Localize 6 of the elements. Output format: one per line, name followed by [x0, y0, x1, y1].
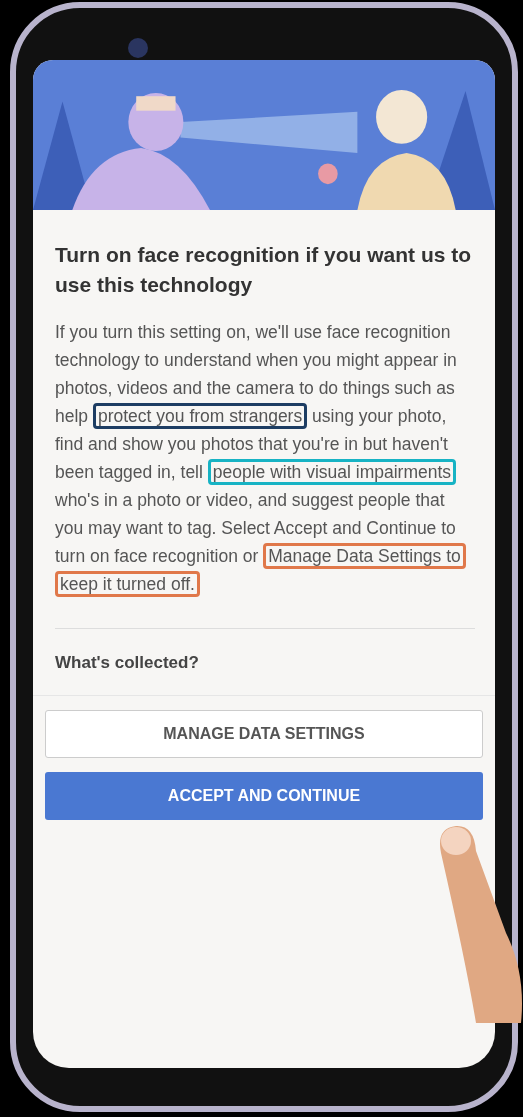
dialog-description: If you turn this setting on, we'll use face recognition technology to understand when you might appear in photos, videos and the camera to do things such as help protect you from strangers using your photo, find and show you photos that you're in but haven't been tagged in, tell people with visual impairments who's in a photo or video, and suggest people that you may want to tag. Select Accept and Continue to turn on face recognition or Manage Data Settings to keep it turned off. — [49, 314, 481, 602]
accept-button[interactable]: ACCEPT AND CONTINUE — [45, 772, 483, 820]
camera-icon — [128, 38, 148, 58]
dialog-title: Turn on face recognition if you want us to use this technology — [55, 242, 473, 298]
manage-button[interactable]: MANAGE DATA SETTINGS — [45, 710, 483, 758]
section-heading: What's collected? — [55, 653, 200, 674]
